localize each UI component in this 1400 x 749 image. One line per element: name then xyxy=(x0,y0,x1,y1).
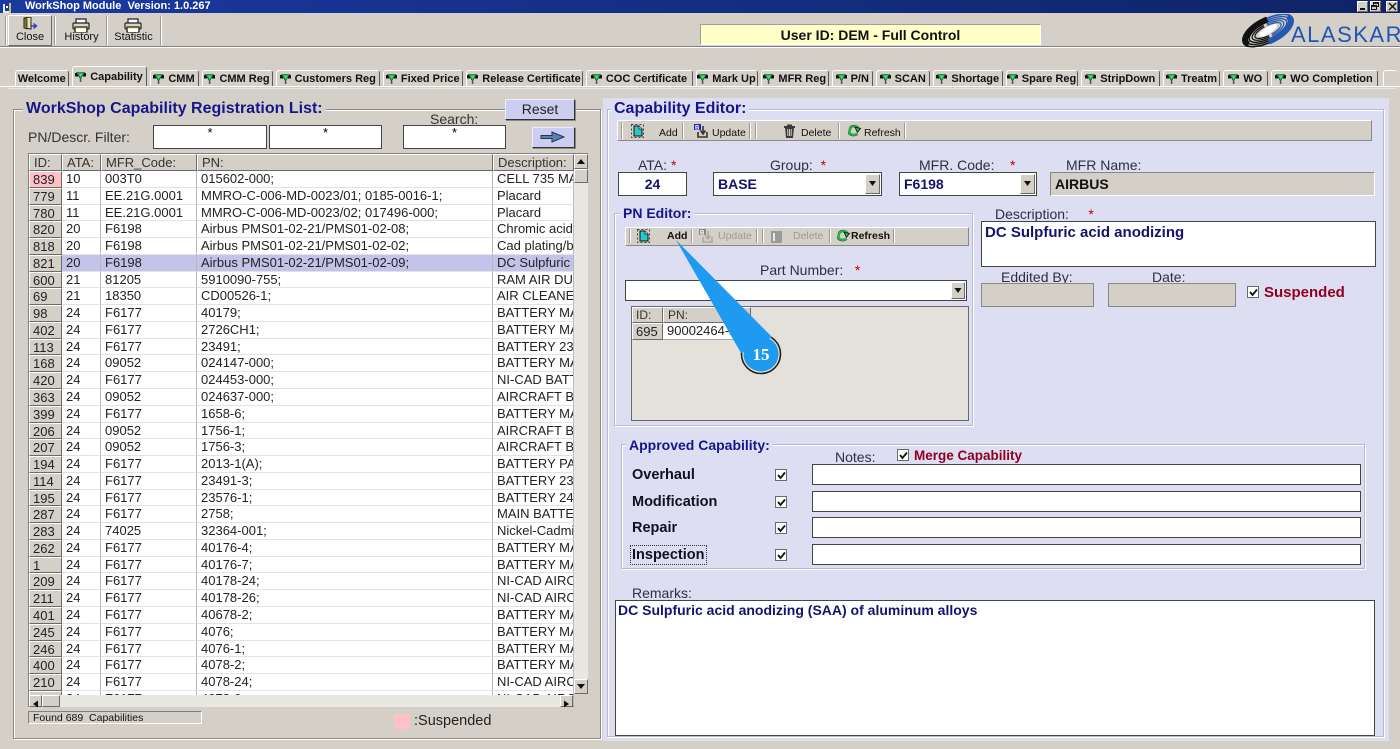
svg-text:B: B xyxy=(695,126,700,132)
svg-text:15: 15 xyxy=(753,345,770,364)
svg-text:ALASKAR: ALASKAR xyxy=(1291,22,1400,47)
